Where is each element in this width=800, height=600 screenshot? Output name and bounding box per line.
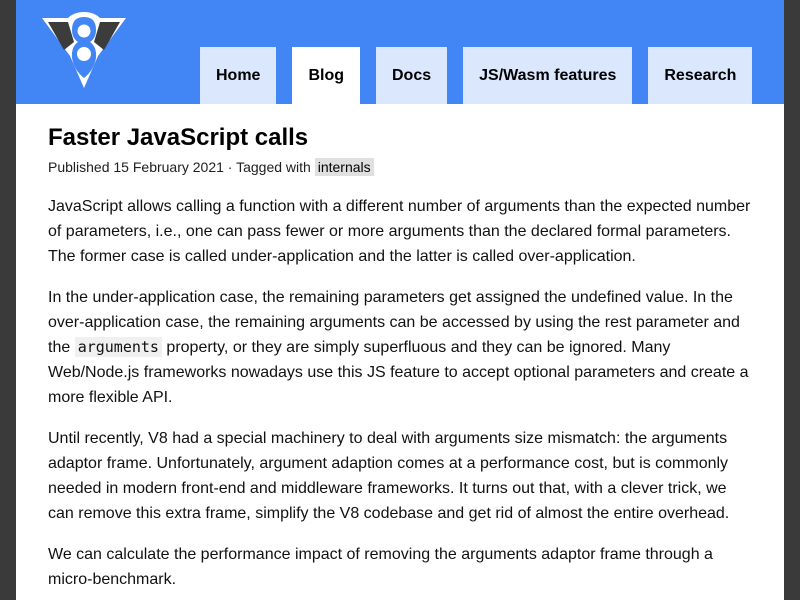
paragraph-1: JavaScript allows calling a function wit…	[48, 198, 751, 265]
article: Faster JavaScript calls Published 15 Feb…	[48, 120, 756, 592]
site-header: Home Blog Docs JS/Wasm features Research	[16, 0, 784, 104]
article-meta: Published 15 February 2021 · Tagged with…	[48, 157, 756, 177]
paragraph-2: In the under-application case, the remai…	[48, 285, 756, 410]
nav-home[interactable]: Home	[200, 47, 277, 104]
nav-blog[interactable]: Blog	[292, 47, 360, 104]
paragraph-4: We can calculate the performance impact …	[48, 546, 713, 588]
tagged-prefix: · Tagged with	[223, 159, 315, 175]
main-nav: Home Blog Docs JS/Wasm features Research	[200, 47, 753, 104]
nav-js-wasm-features[interactable]: JS/Wasm features	[463, 47, 633, 104]
nav-docs[interactable]: Docs	[376, 47, 448, 104]
paragraph-3: Until recently, V8 had a special machine…	[48, 430, 730, 522]
nav-research[interactable]: Research	[648, 47, 753, 104]
article-title: Faster JavaScript calls	[48, 124, 309, 151]
published-prefix: Published	[48, 159, 114, 175]
tag-internals[interactable]: internals	[314, 158, 374, 176]
page: Home Blog Docs JS/Wasm features Research…	[16, 0, 784, 600]
v8-logo-icon[interactable]	[40, 12, 128, 92]
inline-code-arguments: arguments	[74, 337, 162, 357]
published-date: 15 February 2021	[113, 159, 224, 175]
